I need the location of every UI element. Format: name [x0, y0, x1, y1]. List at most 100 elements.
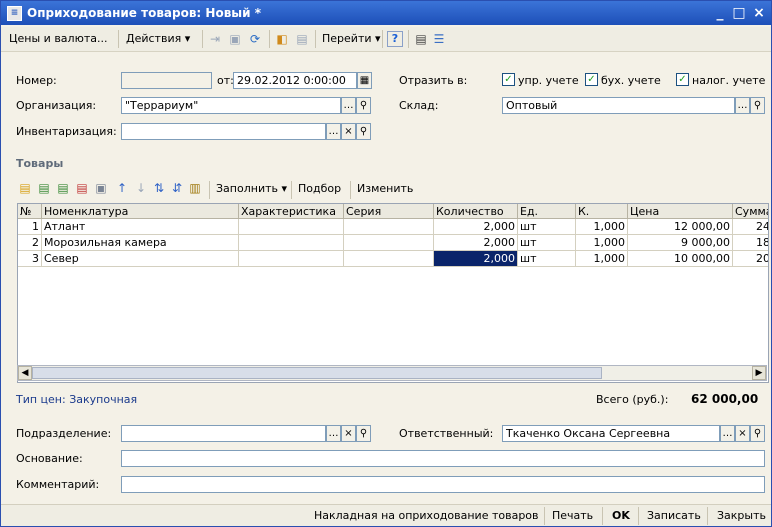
select-inventory-button[interactable]: … — [326, 123, 341, 140]
column-header-number[interactable]: № — [18, 204, 42, 219]
select-items-button[interactable]: Подбор — [295, 180, 344, 198]
item-cell[interactable]: Морозильная камера — [42, 235, 239, 251]
unit-cell[interactable]: шт — [518, 219, 576, 235]
end-edit-icon[interactable]: ▣ — [93, 180, 109, 196]
column-header-series[interactable]: Серия — [344, 204, 434, 219]
maximize-button[interactable]: □ — [730, 4, 748, 22]
print-button[interactable]: Печать — [552, 508, 593, 524]
column-header-unit[interactable]: Ед. — [518, 204, 576, 219]
column-header-item[interactable]: Номенклатура — [42, 204, 239, 219]
toolbar-divider — [315, 30, 316, 48]
close-window-button[interactable]: × — [750, 4, 768, 22]
unit-cell[interactable]: шт — [518, 235, 576, 251]
select-organization-button[interactable]: … — [341, 97, 356, 114]
sort-desc-icon[interactable]: ⇵ — [169, 180, 185, 196]
column-header-quantity[interactable]: Количество — [434, 204, 518, 219]
price-cell[interactable]: 10 000,00 — [628, 251, 733, 267]
add-row-icon[interactable]: ▤ — [17, 180, 33, 196]
sum-cell[interactable]: 24 — [733, 219, 768, 235]
barcode-icon[interactable]: ▥ — [187, 180, 203, 196]
column-header-price[interactable]: Цена — [628, 204, 733, 219]
select-warehouse-button[interactable]: … — [735, 97, 750, 114]
ok-button[interactable]: OK — [612, 508, 630, 524]
quantity-cell[interactable]: 2,000 — [434, 235, 518, 251]
price-type-link[interactable]: Тип цен: Закупочная — [16, 393, 137, 406]
price-cell[interactable]: 12 000,00 — [628, 219, 733, 235]
select-department-button[interactable]: … — [326, 425, 341, 442]
series-cell[interactable] — [344, 251, 434, 267]
delete-row-icon[interactable]: ▤ — [74, 180, 90, 196]
form-settings-icon[interactable]: ▤ — [413, 31, 429, 47]
comment-field[interactable] — [121, 476, 765, 493]
item-cell[interactable]: Север — [42, 251, 239, 267]
horizontal-scrollbar[interactable]: ◀ ▶ — [17, 365, 767, 381]
clear-inventory-icon[interactable]: × — [341, 123, 356, 140]
scroll-thumb[interactable] — [32, 367, 602, 379]
search-warehouse-icon[interactable]: ⚲ — [750, 97, 765, 114]
quantity-cell[interactable]: 2,000 — [434, 219, 518, 235]
select-responsible-button[interactable]: … — [720, 425, 735, 442]
organization-field[interactable]: "Террариум" — [121, 97, 341, 114]
series-cell[interactable] — [344, 219, 434, 235]
column-header-coefficient[interactable]: К. — [576, 204, 628, 219]
number-field[interactable] — [121, 72, 212, 89]
structure-icon[interactable]: ◧ — [274, 31, 290, 47]
warehouse-field[interactable]: Оптовый — [502, 97, 735, 114]
price-cell[interactable]: 9 000,00 — [628, 235, 733, 251]
save-button[interactable]: Записать — [647, 508, 701, 524]
tax-accounting-checkbox[interactable]: ✓ — [676, 73, 689, 86]
tree-view-icon[interactable]: ☰ — [431, 31, 447, 47]
item-cell[interactable]: Атлант — [42, 219, 239, 235]
basis-field[interactable] — [121, 450, 765, 467]
fill-menu-button[interactable]: Заполнить ▾ — [213, 180, 290, 198]
column-header-sum[interactable]: Сумма — [733, 204, 768, 219]
help-icon[interactable]: ? — [387, 31, 403, 47]
department-field[interactable] — [121, 425, 326, 442]
movements-icon[interactable]: ▤ — [294, 31, 310, 47]
series-cell[interactable] — [344, 235, 434, 251]
goto-menu-button[interactable]: Перейти ▾ — [319, 30, 384, 48]
move-up-icon[interactable]: ↑ — [114, 180, 130, 196]
edit-row-icon[interactable]: ▤ — [55, 180, 71, 196]
goods-table[interactable]: № Номенклатура Характеристика Серия Коли… — [17, 203, 769, 383]
prices-currency-button[interactable]: Цены и валюта... — [6, 30, 110, 48]
management-accounting-checkbox[interactable]: ✓ — [502, 73, 515, 86]
selected-quantity-cell[interactable]: 2,000 — [434, 251, 518, 267]
management-accounting-label: упр. учете — [518, 74, 579, 87]
characteristic-cell[interactable] — [239, 235, 344, 251]
unit-cell[interactable]: шт — [518, 251, 576, 267]
coefficient-cell[interactable]: 1,000 — [576, 251, 628, 267]
coefficient-cell[interactable]: 1,000 — [576, 235, 628, 251]
copy-row-icon[interactable]: ▤ — [36, 180, 52, 196]
unpost-icon[interactable]: ▣ — [227, 31, 243, 47]
minimize-button[interactable]: _ — [711, 4, 729, 22]
calendar-icon[interactable]: ▦ — [357, 72, 372, 89]
date-field[interactable]: 29.02.2012 0:00:00 — [233, 72, 357, 89]
sum-cell[interactable]: 18 — [733, 235, 768, 251]
clear-responsible-icon[interactable]: × — [735, 425, 750, 442]
characteristic-cell[interactable] — [239, 219, 344, 235]
clear-department-icon[interactable]: × — [341, 425, 356, 442]
move-down-icon[interactable]: ↓ — [133, 180, 149, 196]
refresh-icon[interactable]: ⟳ — [247, 31, 263, 47]
post-icon[interactable]: ⇥ — [207, 31, 223, 47]
sum-cell[interactable]: 20 — [733, 251, 768, 267]
responsible-field[interactable]: Ткаченко Оксана Сергеевна — [502, 425, 720, 442]
search-responsible-icon[interactable]: ⚲ — [750, 425, 765, 442]
actions-menu-button[interactable]: Действия ▾ — [123, 30, 193, 48]
search-organization-icon[interactable]: ⚲ — [356, 97, 371, 114]
search-department-icon[interactable]: ⚲ — [356, 425, 371, 442]
characteristic-cell[interactable] — [239, 251, 344, 267]
close-button[interactable]: Закрыть — [717, 508, 766, 524]
toolbar-divider — [269, 30, 270, 48]
inventory-field[interactable] — [121, 123, 326, 140]
scroll-left-icon[interactable]: ◀ — [18, 366, 32, 380]
scroll-right-icon[interactable]: ▶ — [752, 366, 766, 380]
sort-asc-icon[interactable]: ⇅ — [151, 180, 167, 196]
search-inventory-icon[interactable]: ⚲ — [356, 123, 371, 140]
coefficient-cell[interactable]: 1,000 — [576, 219, 628, 235]
accounting-checkbox[interactable]: ✓ — [585, 73, 598, 86]
change-button[interactable]: Изменить — [354, 180, 416, 198]
column-header-characteristic[interactable]: Характеристика — [239, 204, 344, 219]
invoice-print-button[interactable]: Накладная на оприходование товаров — [314, 508, 539, 524]
